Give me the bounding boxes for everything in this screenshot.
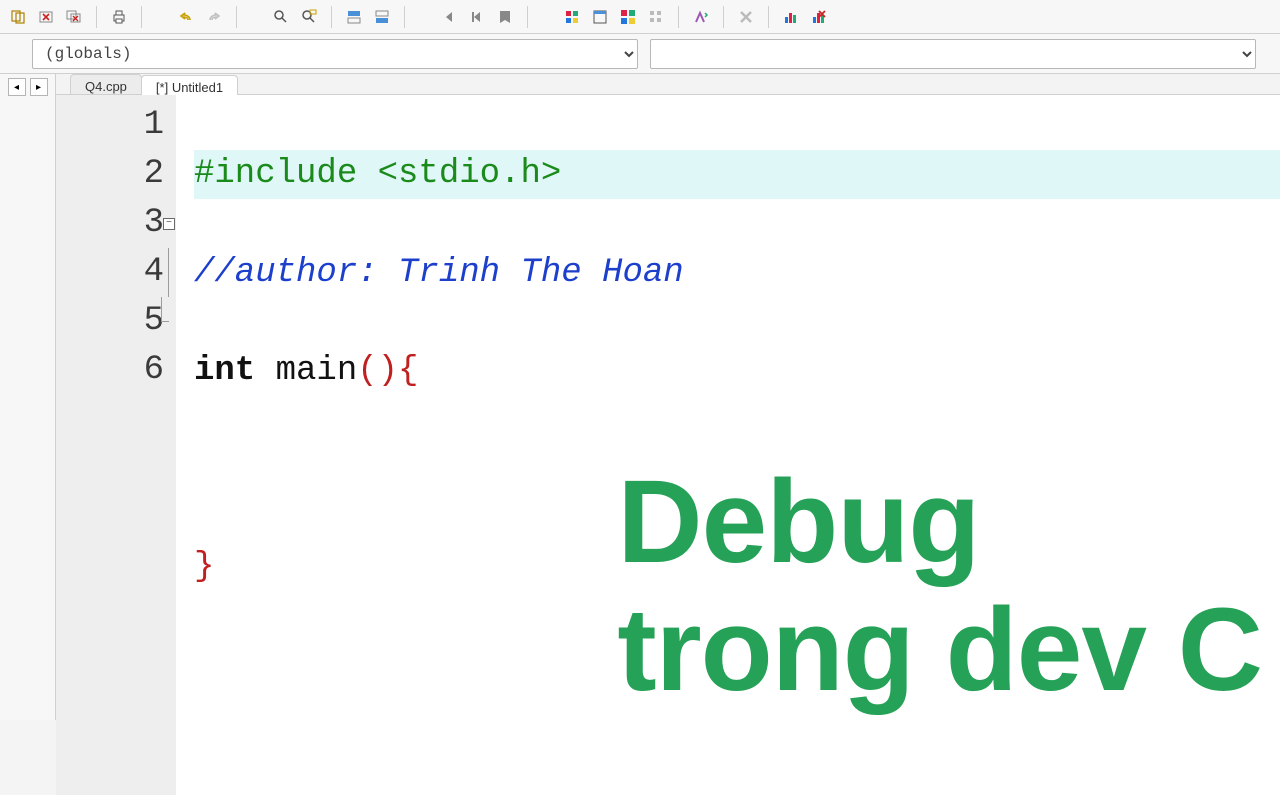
separator [96,6,97,28]
bookmark-toggle-icon[interactable] [493,5,517,29]
debug-icon[interactable] [689,5,713,29]
code-content[interactable]: #include <stdio.h> //author: Trinh The H… [176,95,1280,795]
undo-icon[interactable] [174,5,198,29]
tab-untitled[interactable]: [*] Untitled1 [141,75,238,95]
fold-toggle-icon[interactable]: − [163,218,175,230]
sidebar-scroll-left-icon[interactable]: ◂ [8,78,26,96]
scope-select-right[interactable] [650,39,1256,69]
separator [404,6,405,28]
bookmark-next-icon[interactable] [465,5,489,29]
tab-bar: Q4.cpp [*] Untitled1 [56,74,1280,95]
stop-icon[interactable] [734,5,758,29]
line-number: 2 [56,150,164,199]
code-editor[interactable]: 1 2 3− 4 5 6 #include <stdio.h> //author… [56,95,1280,795]
scope-row: (globals) [0,34,1280,74]
separator [768,6,769,28]
tab-q4[interactable]: Q4.cpp [70,74,142,94]
brace: } [194,548,214,586]
comment: //author: Trinh The Hoan [194,254,684,292]
bookmark-prev-icon[interactable] [437,5,461,29]
separator [527,6,528,28]
scope-select-left[interactable]: (globals) [32,39,638,69]
line-number: 5 [56,297,164,346]
line-number: 1 [56,101,164,150]
compile-run-icon[interactable] [616,5,640,29]
line-number: 4 [56,248,164,297]
separator [678,6,679,28]
run-icon[interactable] [588,5,612,29]
line-number: 3− [56,199,164,248]
separator [141,6,142,28]
profile-icon[interactable] [779,5,803,29]
keyword: int [194,352,255,390]
separator [331,6,332,28]
separator [723,6,724,28]
line-number: 6 [56,346,164,395]
project-sidebar: ◂ ▸ [0,74,56,720]
gutter: 1 2 3− 4 5 6 [56,95,176,795]
copy-icon[interactable] [6,5,30,29]
editor-area: Q4.cpp [*] Untitled1 1 2 3− 4 5 6 #inclu… [56,74,1280,720]
find-icon[interactable] [269,5,293,29]
close-all-icon[interactable] [62,5,86,29]
workspace: ◂ ▸ Q4.cpp [*] Untitled1 1 2 3− 4 5 6 #i… [0,74,1280,720]
print-icon[interactable] [107,5,131,29]
insert-icon[interactable] [342,5,366,29]
close-tab-icon[interactable] [34,5,58,29]
brace: (){ [357,352,418,390]
main-toolbar [0,0,1280,34]
preprocessor: #include <stdio.h> [194,155,561,193]
separator [236,6,237,28]
identifier: main [255,352,357,390]
replace-icon[interactable] [297,5,321,29]
rebuild-icon[interactable] [644,5,668,29]
redo-icon[interactable] [202,5,226,29]
append-icon[interactable] [370,5,394,29]
sidebar-scroll-right-icon[interactable]: ▸ [30,78,48,96]
delete-profile-icon[interactable] [807,5,831,29]
compile-icon[interactable] [560,5,584,29]
